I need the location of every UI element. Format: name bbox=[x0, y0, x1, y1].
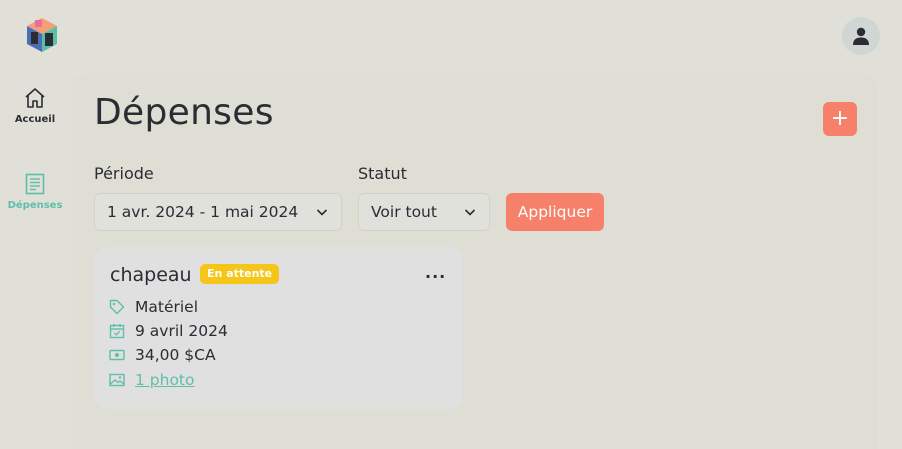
sidebar-item-label: Accueil bbox=[14, 114, 56, 125]
status-select[interactable]: Voir tout bbox=[358, 193, 490, 231]
app-logo[interactable] bbox=[23, 16, 61, 54]
money-icon bbox=[109, 349, 125, 361]
sidebar-item-accueil[interactable]: Accueil bbox=[0, 86, 70, 125]
status-label: Statut bbox=[358, 164, 407, 183]
period-value: 1 avr. 2024 - 1 mai 2024 bbox=[107, 203, 299, 221]
status-badge: En attente bbox=[200, 264, 280, 284]
receipt-icon bbox=[25, 173, 45, 195]
apply-button[interactable]: Appliquer bbox=[506, 193, 604, 231]
expense-photos-link[interactable]: 1 photo bbox=[135, 371, 195, 389]
period-label: Période bbox=[94, 164, 154, 183]
page-title: Dépenses bbox=[94, 92, 274, 133]
home-icon bbox=[25, 88, 45, 108]
expense-amount: 34,00 $CA bbox=[135, 346, 216, 364]
chevron-down-icon bbox=[316, 209, 328, 216]
expense-date-row: 9 avril 2024 bbox=[109, 322, 228, 340]
user-icon bbox=[853, 27, 869, 45]
chevron-down-icon bbox=[464, 209, 476, 216]
expense-amount-row: 34,00 $CA bbox=[109, 346, 216, 364]
expense-card[interactable]: chapeau En attente ··· Matériel 9 avril … bbox=[94, 247, 463, 409]
tag-icon bbox=[109, 299, 125, 315]
expense-name: chapeau bbox=[110, 264, 192, 286]
image-icon bbox=[109, 373, 125, 387]
more-options-button[interactable]: ··· bbox=[425, 267, 446, 286]
expense-category: Matériel bbox=[135, 298, 199, 316]
expense-date: 9 avril 2024 bbox=[135, 322, 228, 340]
user-avatar[interactable] bbox=[842, 17, 880, 55]
expense-category-row: Matériel bbox=[109, 298, 198, 316]
period-select[interactable]: 1 avr. 2024 - 1 mai 2024 bbox=[94, 193, 342, 231]
calendar-icon bbox=[109, 324, 125, 339]
sidebar-item-label: Dépenses bbox=[7, 200, 63, 211]
add-expense-button[interactable]: + bbox=[823, 102, 857, 136]
expense-photos-row[interactable]: 1 photo bbox=[109, 371, 195, 389]
status-value: Voir tout bbox=[371, 203, 437, 221]
sidebar-item-depenses[interactable]: Dépenses bbox=[0, 172, 70, 211]
